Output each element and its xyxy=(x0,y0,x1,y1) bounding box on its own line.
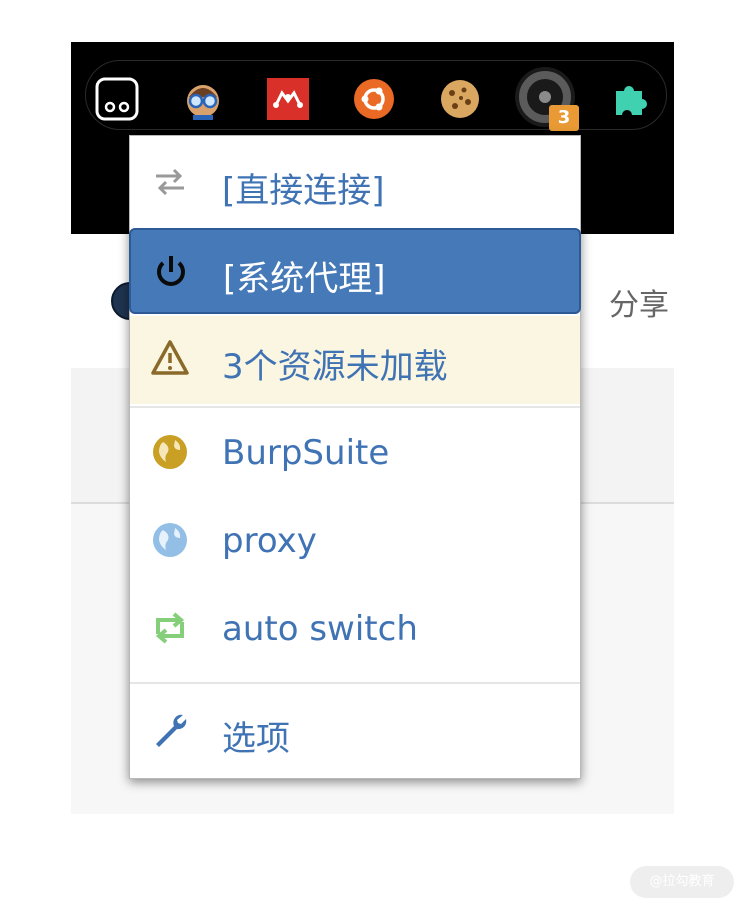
menu-item-direct-connection[interactable]: [直接连接] xyxy=(130,140,580,226)
globe-gold-icon xyxy=(150,432,190,472)
globe-lightblue-icon xyxy=(150,520,190,560)
menu-item-auto-switch[interactable]: auto switch xyxy=(130,586,580,672)
power-icon xyxy=(151,252,191,292)
bespectacled-avatar-icon[interactable] xyxy=(181,77,225,121)
cookie-icon[interactable] xyxy=(438,77,482,121)
proxy-switch-menu: [直接连接] [系统代理] 3个资源未加载 BurpSuite proxy au… xyxy=(129,135,581,779)
menu-item-label: BurpSuite xyxy=(222,433,390,473)
extension-badge: 3 xyxy=(549,105,579,131)
menu-item-proxy[interactable]: proxy xyxy=(130,498,580,584)
auto-switch-icon xyxy=(150,608,190,648)
menu-item-label: [系统代理] xyxy=(223,259,386,299)
puzzle-piece-icon[interactable] xyxy=(608,77,652,121)
menu-item-label: 3个资源未加载 xyxy=(222,347,448,387)
menu-item-burpsuite[interactable]: BurpSuite xyxy=(130,410,580,496)
menu-item-label: proxy xyxy=(222,521,317,561)
ghostery-icon[interactable] xyxy=(95,77,139,121)
menu-divider xyxy=(130,406,580,408)
menu-item-options[interactable]: 选项 xyxy=(130,688,580,774)
wrench-icon xyxy=(150,710,190,750)
watermark: @拉勾教育 xyxy=(630,866,734,898)
menu-item-failed-resources[interactable]: 3个资源未加载 xyxy=(130,316,580,404)
share-link[interactable]: 分享 xyxy=(609,280,669,324)
ubuntu-icon[interactable] xyxy=(352,77,396,121)
direct-connection-arrows-icon xyxy=(150,162,190,202)
warning-triangle-icon xyxy=(150,338,190,378)
menu-item-label: 选项 xyxy=(222,719,290,759)
menu-item-system-proxy[interactable]: [系统代理] xyxy=(129,228,581,314)
menu-divider xyxy=(130,682,580,684)
menu-item-label: auto switch xyxy=(222,609,418,649)
mendeley-icon[interactable] xyxy=(266,77,310,121)
menu-item-label: [直接连接] xyxy=(222,171,385,211)
